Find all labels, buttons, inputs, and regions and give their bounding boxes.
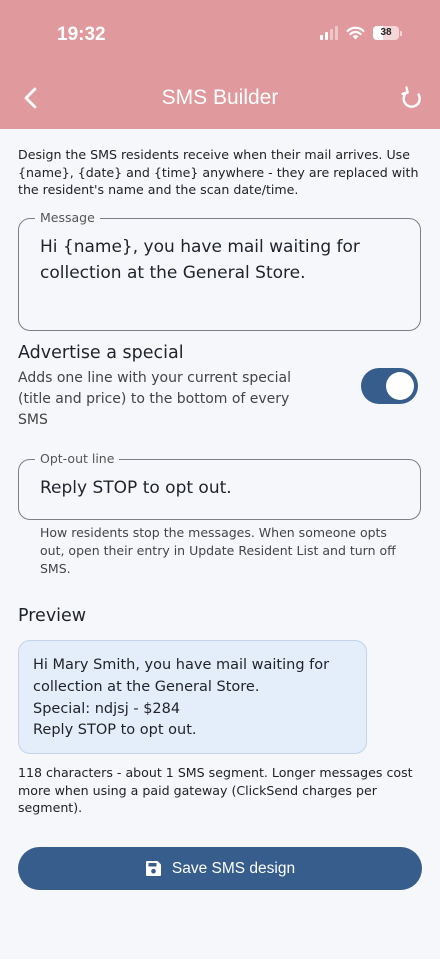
intro-text: Design the SMS residents receive when th… — [18, 147, 419, 197]
optout-field[interactable]: Opt-out line Reply STOP to opt out. — [18, 451, 421, 520]
save-button-label: Save SMS design — [171, 859, 296, 877]
status-time: 19:32 — [57, 24, 106, 45]
optout-value[interactable]: Reply STOP to opt out. — [40, 478, 232, 498]
character-count-text: 118 characters - about 1 SMS segment. Lo… — [18, 765, 413, 815]
advertise-special-description: Adds one line with your current special … — [18, 370, 291, 428]
page-title: SMS Builder — [161, 86, 279, 109]
optout-label: Opt-out line — [35, 451, 120, 467]
reset-icon[interactable] — [398, 85, 426, 113]
preview-title: Preview — [18, 606, 87, 626]
battery-icon: 38 — [373, 26, 399, 40]
message-value[interactable]: Hi {name}, you have mail waiting for col… — [40, 234, 402, 286]
save-sms-design-button[interactable]: Save SMS design — [18, 847, 422, 890]
wifi-icon — [346, 26, 365, 40]
preview-line: collection at the General Store. — [33, 678, 260, 695]
cellular-signal-icon — [320, 26, 338, 40]
battery-level: 38 — [380, 27, 392, 38]
toggle-knob — [386, 372, 414, 400]
advertise-special-toggle[interactable] — [361, 368, 418, 404]
message-label: Message — [35, 210, 100, 226]
advertise-special-title: Advertise a special — [18, 343, 184, 363]
sms-preview-bubble: Hi Mary Smith, you have mail waiting for… — [18, 640, 367, 754]
save-icon — [145, 861, 161, 876]
optout-help-text: How residents stop the messages. When so… — [40, 525, 396, 576]
preview-line: Hi Mary Smith, you have mail waiting for — [33, 657, 330, 673]
message-field[interactable]: Message Hi {name}, you have mail waiting… — [18, 210, 421, 331]
status-icons: 38 — [320, 26, 402, 40]
preview-line: Special: ndjsj - $284 — [33, 700, 181, 717]
preview-line: Reply STOP to opt out. — [33, 722, 197, 739]
app-header: 19:32 38 SMS Builder — [0, 0, 440, 129]
